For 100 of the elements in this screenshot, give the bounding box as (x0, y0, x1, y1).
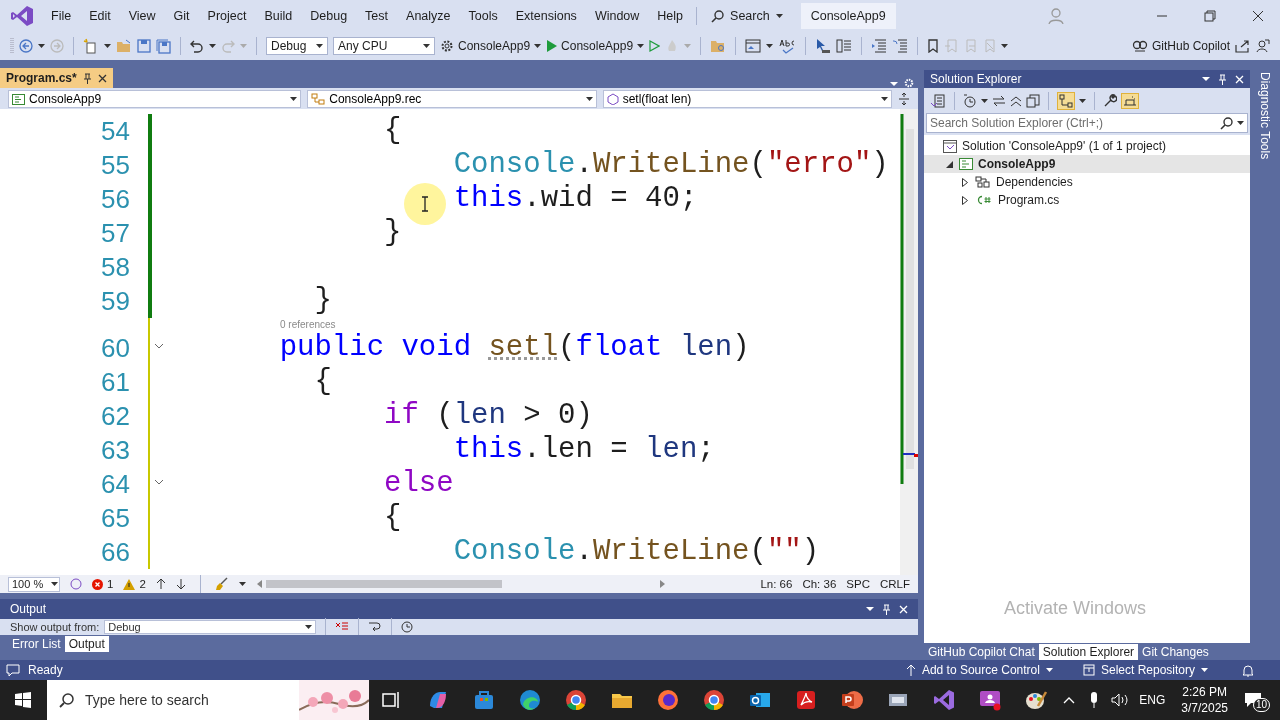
bookmark-icon[interactable] (927, 39, 940, 53)
panel-tab[interactable]: GitHub Copilot Chat (924, 643, 1039, 660)
navigation-dropdown[interactable]: setl(float len) (602, 90, 892, 108)
windows-icon[interactable] (14, 692, 31, 708)
folder-search-icon[interactable] (710, 39, 727, 53)
tree-item[interactable]: Solution 'ConsoleApp9' (1 of 1 project) (924, 137, 1250, 155)
collapse-icon[interactable] (154, 479, 164, 487)
menu-item[interactable]: Project (198, 9, 256, 23)
store-icon[interactable] (472, 688, 496, 712)
expanded-icon[interactable] (945, 160, 953, 168)
save-icon[interactable] (137, 39, 151, 53)
toggle-button[interactable] (1057, 91, 1075, 110)
history-icon[interactable] (963, 93, 977, 108)
whitespace-mode[interactable]: SPC (846, 578, 870, 590)
back-icon[interactable] (19, 39, 33, 53)
play-outline-icon[interactable] (649, 40, 661, 52)
microphone-icon[interactable] (1089, 692, 1100, 708)
columns-icon[interactable] (836, 38, 853, 54)
menu-item[interactable]: Edit (80, 9, 120, 23)
chrome-icon[interactable] (564, 688, 588, 712)
menu-item[interactable]: Git (164, 9, 199, 23)
navigation-dropdown[interactable]: ConsoleApp9 (8, 90, 302, 108)
panel-tab[interactable]: Output (64, 635, 109, 652)
speaker-icon[interactable] (1111, 693, 1130, 707)
presentation-icon[interactable] (840, 688, 864, 712)
line-position[interactable]: Ln: 66 (760, 578, 793, 590)
menu-item[interactable]: Debug (301, 9, 357, 23)
search-button[interactable]: Search (701, 9, 793, 23)
clock[interactable]: 2:26 PM 3/7/2025 (1181, 684, 1228, 716)
repository-button[interactable]: Select Repository (1082, 663, 1208, 677)
panel-tab[interactable]: Git Changes (1138, 643, 1213, 660)
toggle-button[interactable] (1121, 92, 1139, 109)
menu-item[interactable]: Analyze (397, 9, 460, 23)
pdf-icon[interactable] (794, 688, 818, 712)
start-button[interactable]: ConsoleApp9 (546, 39, 645, 53)
save-all-icon[interactable] (156, 38, 171, 54)
switch-views-icon[interactable] (930, 93, 946, 108)
tree-item[interactable]: Program.cs (924, 191, 1250, 209)
broom-icon[interactable] (214, 577, 229, 591)
panel-tab[interactable]: Solution Explorer (1038, 643, 1139, 660)
output-source-dropdown[interactable]: Debug (104, 620, 317, 634)
error-count[interactable]: 1 (92, 578, 114, 590)
close-icon[interactable] (97, 73, 107, 83)
warning-count[interactable]: 2 (123, 578, 146, 590)
close-icon[interactable] (1252, 10, 1264, 22)
meeting-icon[interactable] (978, 688, 1002, 712)
source-control-button[interactable]: Add to Source Control (905, 663, 1053, 677)
feedback-icon[interactable] (1255, 39, 1270, 53)
edge-icon[interactable] (518, 688, 542, 712)
window-icon[interactable] (745, 39, 762, 53)
tree-item[interactable]: ConsoleApp9 (924, 155, 1250, 173)
collapse-icon[interactable] (154, 343, 164, 351)
input-language[interactable]: ENG (1139, 693, 1166, 707)
share-icon[interactable] (1235, 39, 1250, 53)
menu-item[interactable]: File (42, 9, 81, 23)
outdent-icon[interactable] (892, 39, 909, 53)
line-ending[interactable]: CRLF (879, 578, 910, 590)
pin-icon[interactable] (82, 72, 92, 84)
configuration-dropdown[interactable]: Debug (266, 37, 328, 55)
bell-icon[interactable] (1242, 663, 1254, 677)
menu-item[interactable]: Build (255, 9, 302, 23)
clear-icon[interactable] (335, 621, 350, 633)
startup-project-button[interactable]: ConsoleApp9 (440, 39, 542, 53)
copy-icon[interactable] (1026, 93, 1040, 108)
show-hidden-icons-icon[interactable] (1063, 696, 1076, 704)
menu-item[interactable]: Tools (459, 9, 507, 23)
zoom-dropdown[interactable]: 100 % (8, 576, 60, 592)
menu-item[interactable]: Window (585, 9, 649, 23)
navigation-dropdown[interactable]: ConsoleApp9.rec (307, 90, 597, 108)
tree-item[interactable]: Dependencies (924, 173, 1250, 191)
split-icon[interactable] (898, 92, 910, 106)
sync-icon[interactable] (992, 94, 1006, 107)
dropdown-icon[interactable] (1202, 75, 1210, 83)
taskbar-search-field[interactable]: Type here to search (47, 680, 369, 720)
firefox-icon[interactable] (656, 688, 680, 712)
undo-icon[interactable] (190, 39, 204, 53)
reference-count[interactable]: 0 references (210, 318, 900, 331)
spellcheck-icon[interactable] (778, 38, 797, 54)
pointer-icon[interactable] (815, 38, 832, 54)
search-field[interactable]: Search Solution Explorer (Ctrl+;) (926, 113, 1248, 133)
new-item-icon[interactable] (83, 38, 99, 54)
menu-item[interactable]: Help (648, 9, 693, 23)
indent-icon[interactable] (871, 39, 888, 53)
column-position[interactable]: Ch: 36 (802, 578, 837, 590)
platform-dropdown[interactable]: Any CPU (333, 37, 435, 55)
copilot-button[interactable]: GitHub Copilot (1131, 39, 1230, 53)
collapse-all-icon[interactable] (1010, 94, 1022, 107)
visual-studio-icon[interactable] (932, 688, 956, 712)
down-arrow-icon[interactable] (175, 578, 186, 590)
panel-tab[interactable]: Error List (8, 635, 65, 652)
side-tab[interactable]: Diagnostic Tools (1256, 70, 1274, 162)
chrome-icon[interactable] (702, 688, 726, 712)
clock-icon[interactable] (401, 621, 414, 633)
dropdown-icon[interactable] (866, 605, 874, 613)
horizontal-scrollbar[interactable] (255, 578, 666, 590)
menu-item[interactable]: View (119, 9, 165, 23)
wrench-icon[interactable] (1103, 93, 1117, 108)
restore-icon[interactable] (1204, 10, 1216, 22)
menu-item[interactable]: Test (356, 9, 398, 23)
document-tab[interactable]: Program.cs* (0, 68, 113, 88)
